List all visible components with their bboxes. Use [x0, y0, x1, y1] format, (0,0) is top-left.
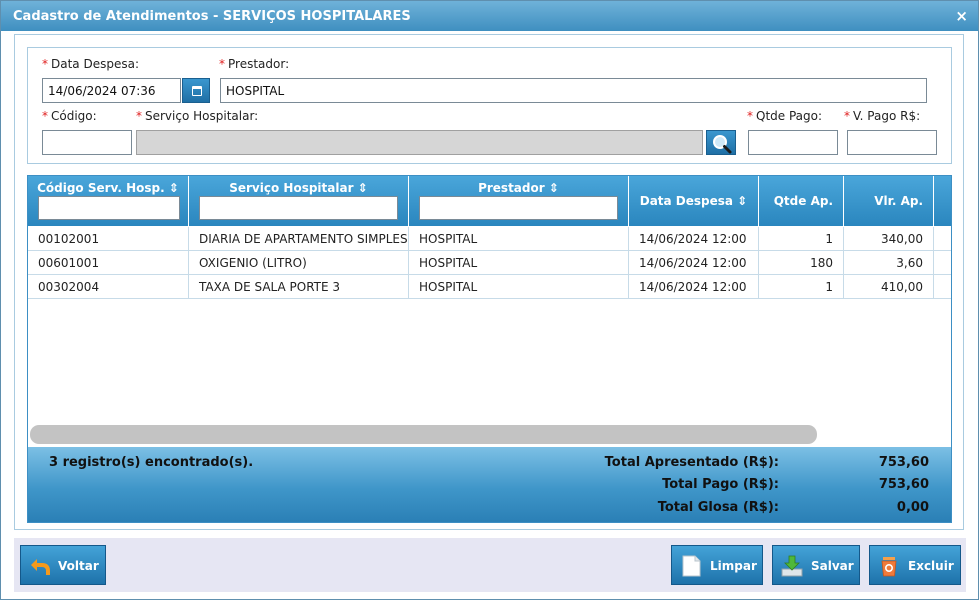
- sort-icon: ⇕: [737, 194, 748, 208]
- qtde-pago-input[interactable]: [748, 130, 838, 155]
- table-row[interactable]: 00302004 TAXA DE SALA PORTE 3 HOSPITAL 1…: [28, 275, 951, 299]
- recycle-bin-icon: [881, 557, 897, 577]
- grid-footer: 3 registro(s) encontrado(s). Total Apres…: [28, 447, 951, 522]
- cell-qtde: 1: [759, 227, 844, 251]
- cell-codigo: 00302004: [28, 275, 189, 299]
- table-row[interactable]: 00102001 DIARIA DE APARTAMENTO SIMPLES H…: [28, 227, 951, 251]
- v-pago-label: * V. Pago R$:: [844, 109, 921, 123]
- data-despesa-input[interactable]: [42, 78, 181, 103]
- cell-codigo: 00601001: [28, 251, 189, 275]
- cell-vlr: 340,00: [844, 227, 934, 251]
- sort-icon: ⇕: [168, 181, 179, 195]
- salvar-label: Salvar: [811, 559, 854, 573]
- col-header-prestador[interactable]: Prestador ⇕: [409, 176, 629, 226]
- prestador-input[interactable]: [220, 78, 927, 103]
- cell-servico: TAXA DE SALA PORTE 3: [189, 275, 409, 299]
- required-mark: *: [136, 109, 142, 123]
- total-glosa-label: Total Glosa (R$):: [657, 500, 779, 515]
- cell-servico: DIARIA DE APARTAMENTO SIMPLES: [189, 227, 409, 251]
- sort-icon: ⇕: [357, 181, 368, 195]
- table-row[interactable]: 00601001 OXIGENIO (LITRO) HOSPITAL 14/06…: [28, 251, 951, 275]
- total-pago-label: Total Pago (R$):: [662, 477, 779, 492]
- excluir-button[interactable]: Excluir: [869, 545, 961, 585]
- servico-label: * Serviço Hospitalar:: [136, 109, 259, 123]
- filter-codigo-input[interactable]: [38, 196, 180, 220]
- total-apresentado-label: Total Apresentado (R$):: [604, 455, 779, 470]
- voltar-button[interactable]: Voltar: [20, 545, 106, 585]
- back-arrow-icon: [31, 559, 50, 575]
- blank-page-icon: [682, 555, 701, 577]
- prestador-label: * Prestador:: [219, 57, 290, 71]
- cell-vlr: 3,60: [844, 251, 934, 275]
- cell-data: 14/06/2024 12:00: [629, 275, 759, 299]
- records-count: 3 registro(s) encontrado(s).: [49, 455, 254, 470]
- col-header-qtde[interactable]: Qtde Ap.: [759, 176, 844, 226]
- search-button[interactable]: [706, 130, 736, 155]
- cell-prestador: HOSPITAL: [409, 251, 629, 275]
- voltar-label: Voltar: [58, 559, 99, 573]
- cell-qtde: 1: [759, 275, 844, 299]
- data-despesa-label: * Data Despesa:: [42, 57, 139, 71]
- required-mark: *: [42, 109, 48, 123]
- filter-prestador-input[interactable]: [419, 196, 618, 220]
- required-mark: *: [219, 57, 225, 71]
- cell-servico: OXIGENIO (LITRO): [189, 251, 409, 275]
- cell-data: 14/06/2024 12:00: [629, 227, 759, 251]
- qtde-pago-label: * Qtde Pago:: [747, 109, 823, 123]
- required-mark: *: [844, 109, 850, 123]
- col-header-servico[interactable]: Serviço Hospitalar ⇕: [189, 176, 409, 226]
- codigo-input[interactable]: [42, 130, 132, 155]
- col-header-codigo[interactable]: Código Serv. Hosp. ⇕: [28, 176, 189, 226]
- total-apresentado-value: 753,60: [878, 455, 929, 470]
- limpar-button[interactable]: Limpar: [671, 545, 763, 585]
- salvar-button[interactable]: Salvar: [772, 545, 860, 585]
- v-pago-input[interactable]: [847, 130, 937, 155]
- calendar-icon[interactable]: [182, 78, 210, 103]
- servico-input: [136, 130, 703, 155]
- close-icon[interactable]: ×: [955, 7, 968, 25]
- grid-header: Código Serv. Hosp. ⇕ Serviço Hospitalar …: [28, 176, 951, 226]
- filter-servico-input[interactable]: [199, 196, 398, 220]
- cell-prestador: HOSPITAL: [409, 275, 629, 299]
- cell-data: 14/06/2024 12:00: [629, 251, 759, 275]
- limpar-label: Limpar: [710, 559, 757, 573]
- cell-codigo: 00102001: [28, 227, 189, 251]
- total-glosa-value: 0,00: [896, 500, 929, 515]
- services-grid: Código Serv. Hosp. ⇕ Serviço Hospitalar …: [27, 175, 952, 523]
- col-header-data[interactable]: Data Despesa ⇕: [629, 176, 759, 226]
- required-mark: *: [747, 109, 753, 123]
- required-mark: *: [42, 57, 48, 71]
- titlebar: Cadastro de Atendimentos - SERVIÇOS HOSP…: [1, 1, 978, 31]
- sort-icon: ⇕: [548, 181, 559, 195]
- total-pago-value: 753,60: [878, 477, 929, 492]
- search-icon: [713, 135, 732, 154]
- save-download-icon: [781, 555, 803, 577]
- window-title: Cadastro de Atendimentos - SERVIÇOS HOSP…: [13, 9, 411, 24]
- cell-prestador: HOSPITAL: [409, 227, 629, 251]
- cell-vlr: 410,00: [844, 275, 934, 299]
- cell-qtde: 180: [759, 251, 844, 275]
- col-header-vlr[interactable]: Vlr. Ap.: [844, 176, 934, 226]
- horizontal-scrollbar[interactable]: [30, 425, 817, 444]
- codigo-label: * Código:: [42, 109, 97, 123]
- excluir-label: Excluir: [908, 559, 954, 573]
